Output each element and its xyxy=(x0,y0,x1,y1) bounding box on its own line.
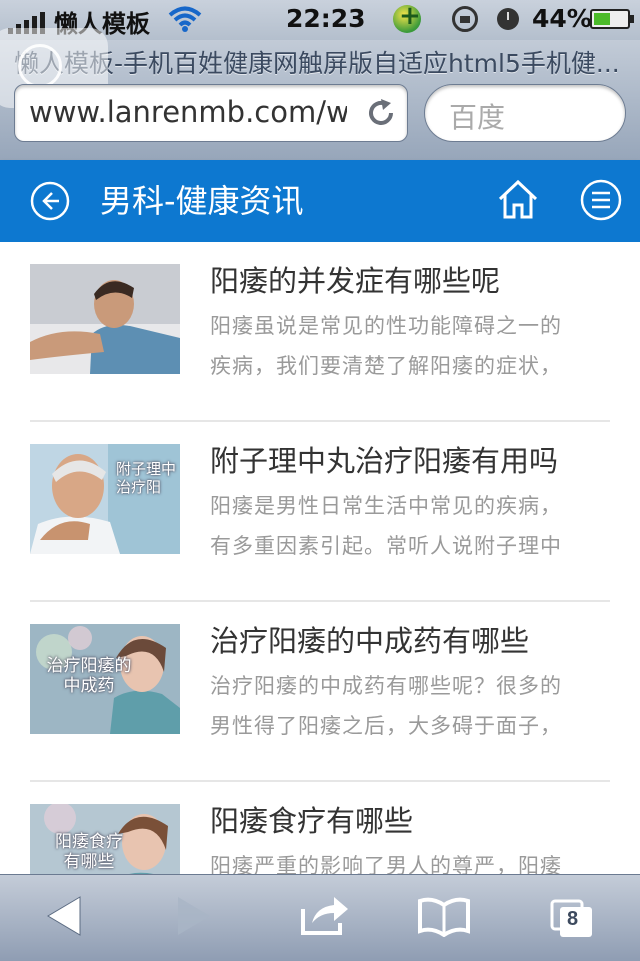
article-title[interactable]: 附子理中丸治疗阳痿有用吗 xyxy=(210,438,610,480)
tab-count: 8 xyxy=(567,908,579,930)
wifi-icon xyxy=(168,6,202,32)
thumbnail-caption: 阳痿食疗 有哪些 xyxy=(55,832,123,873)
article-thumbnail[interactable]: 阳痿食疗 有哪些 xyxy=(30,804,180,874)
url-field[interactable]: www.lanrenmb.com/wap xyxy=(14,84,408,142)
summary-line: 阳痿虽说是常见的性功能障碍之一的 xyxy=(210,314,562,338)
article-thumbnail[interactable]: 治疗阳痿的 中成药 xyxy=(30,624,180,734)
summary-line: 阳痿严重的影响了男人的尊严，阳痿 xyxy=(210,854,562,874)
summary-line: 治疗阳痿的中成药有哪些呢？很多的 xyxy=(210,674,562,698)
article-thumbnail[interactable] xyxy=(30,264,180,374)
article-title[interactable]: 阳痿食疗有哪些 xyxy=(210,798,610,840)
article-summary: 阳痿是男性日常生活中常见的疾病， 有多重因素引起。常听人说附子理中 xyxy=(210,486,610,566)
summary-line: 有多重因素引起。常听人说附子理中 xyxy=(210,534,562,558)
list-item[interactable]: 治疗阳痿的 中成药 治疗阳痿的中成药有哪些 治疗阳痿的中成药有哪些呢？很多的 男性… xyxy=(30,602,610,782)
list-item[interactable]: 阳痿食疗 有哪些 阳痿食疗有哪些 阳痿严重的影响了男人的尊严，阳痿 xyxy=(30,782,610,874)
list-item[interactable]: 附子理中 治疗阳 附子理中丸治疗阳痿有用吗 阳痿是男性日常生活中常见的疾病， 有多… xyxy=(30,422,610,602)
summary-line: 疾病，我们要清楚了解阳痿的症状， xyxy=(210,354,562,378)
url-text: www.lanrenmb.com/wap xyxy=(29,95,347,129)
list-item[interactable]: 阳痿的并发症有哪些呢 阳痿虽说是常见的性功能障碍之一的 疾病，我们要清楚了解阳痿… xyxy=(30,242,610,422)
rotation-lock-icon xyxy=(452,6,478,32)
article-title[interactable]: 阳痿的并发症有哪些呢 xyxy=(210,258,610,300)
article-list: 阳痿的并发症有哪些呢 阳痿虽说是常见的性功能障碍之一的 疾病，我们要清楚了解阳痿… xyxy=(0,242,640,874)
alarm-icon xyxy=(497,8,519,30)
battery-percent: 44% xyxy=(532,4,592,33)
reload-icon[interactable] xyxy=(365,97,397,129)
clock-time: 22:23 xyxy=(286,4,366,33)
search-field[interactable]: 百度 xyxy=(424,84,626,142)
browser-toolbar: 8 xyxy=(0,874,640,961)
battery-icon xyxy=(590,9,634,29)
article-thumbnail[interactable]: 附子理中 治疗阳 xyxy=(30,444,180,554)
thumbnail-caption: 附子理中 治疗阳 xyxy=(116,460,177,496)
home-icon[interactable] xyxy=(496,178,540,220)
header-title: 男科-健康资讯 xyxy=(100,182,304,220)
article-summary: 阳痿严重的影响了男人的尊严，阳痿 xyxy=(210,846,610,874)
security-app-icon xyxy=(393,1,421,33)
bookmarks-icon[interactable] xyxy=(418,897,470,937)
menu-icon[interactable] xyxy=(580,179,622,221)
back-icon[interactable] xyxy=(30,181,70,221)
article-summary: 治疗阳痿的中成药有哪些呢？很多的 男性得了阳痿之后，大多碍于面子， xyxy=(210,666,610,746)
back-arrow-icon[interactable] xyxy=(46,895,82,937)
summary-line: 阳痿是男性日常生活中常见的疾病， xyxy=(210,494,562,518)
search-placeholder: 百度 xyxy=(449,101,506,134)
share-icon[interactable] xyxy=(300,893,350,937)
thumbnail-caption: 治疗阳痿的 中成药 xyxy=(46,656,132,697)
app-header: 男科-健康资讯 xyxy=(0,160,640,242)
browser-chrome: 懒人模板-手机百姓健康网触屏版自适应html5手机健... www.lanren… xyxy=(0,28,640,161)
tabs-button[interactable]: 8 xyxy=(550,899,594,939)
summary-line: 男性得了阳痿之后，大多碍于面子， xyxy=(210,714,562,738)
article-title[interactable]: 治疗阳痿的中成药有哪些 xyxy=(210,618,610,660)
article-summary: 阳痿虽说是常见的性功能障碍之一的 疾病，我们要清楚了解阳痿的症状， xyxy=(210,306,610,386)
forward-arrow-icon[interactable] xyxy=(176,895,212,937)
